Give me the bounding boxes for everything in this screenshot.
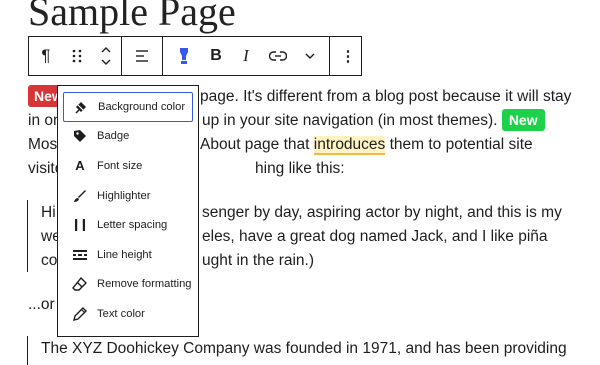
menu-item-label: Badge: [97, 130, 130, 143]
letter-a-icon: A: [75, 158, 85, 174]
menu-item-label: Letter spacing: [97, 219, 168, 232]
brush-icon: [72, 188, 88, 204]
move-up-down-icon[interactable]: [91, 37, 121, 75]
page-title[interactable]: Sample Page: [28, 0, 236, 35]
quote-text: eles, have a great dog named Jack, and I…: [202, 228, 548, 245]
menu-item-label: Remove formatting: [97, 278, 192, 291]
menu-item-highlighter[interactable]: Highlighter: [63, 181, 193, 211]
menu-item-background-color[interactable]: Background color: [63, 92, 193, 122]
menu-item-font-size[interactable]: A Font size: [63, 151, 193, 181]
last-paragraph[interactable]: The XYZ Doohickey Company was founded in…: [41, 337, 567, 361]
bold-button[interactable]: B: [201, 37, 231, 75]
quote-line-3[interactable]: co ught in the rain.): [41, 249, 314, 273]
paragraph-text: page. It's different from a blog post be…: [200, 88, 572, 105]
letter-spacing-icon: [72, 217, 88, 233]
format-dropdown-menu: Background color Badge A Font size Highl…: [57, 85, 199, 337]
link-icon[interactable]: [261, 37, 295, 75]
menu-item-badge[interactable]: Badge: [63, 122, 193, 152]
block-type-group: ¶: [29, 37, 122, 75]
paragraph-text: hing like this:: [255, 160, 345, 177]
formatting-group: B I: [163, 37, 330, 75]
menu-item-letter-spacing[interactable]: Letter spacing: [63, 210, 193, 240]
options-group: ⋮: [330, 37, 366, 75]
alignment-group: [122, 37, 163, 75]
eraser-icon: [72, 276, 88, 292]
menu-item-label: Line height: [97, 248, 152, 261]
highlighter-tool-icon[interactable]: [167, 37, 201, 75]
tag-icon: [72, 128, 88, 144]
quote-border: [27, 200, 28, 272]
italic-button[interactable]: I: [231, 37, 261, 75]
line-height-icon: [72, 247, 88, 263]
menu-item-label: Highlighter: [97, 189, 151, 202]
quote-text: co: [41, 252, 58, 269]
quote-border-2: [27, 336, 28, 365]
align-left-icon[interactable]: [122, 37, 162, 75]
menu-item-remove-formatting[interactable]: Remove formatting: [63, 270, 193, 300]
pencil-icon: [72, 306, 88, 322]
options-icon[interactable]: ⋮: [330, 37, 366, 75]
highlighted-text[interactable]: introduces: [313, 136, 386, 155]
paragraph-text: up in your site navigation (in most them…: [202, 109, 545, 133]
quote-text: senger by day, aspiring actor by night, …: [202, 204, 562, 221]
quote-line-1[interactable]: Hi senger by day, aspiring actor by night…: [41, 201, 562, 225]
paint-bucket-icon: [73, 99, 89, 115]
menu-item-label: Background color: [98, 100, 186, 113]
paragraph-text: About page that introduces them to poten…: [200, 136, 533, 155]
quote-text: Hi: [41, 204, 56, 221]
menu-item-label: Font size: [97, 159, 143, 172]
block-toolbar: ¶ B I ⋮: [28, 36, 362, 76]
menu-item-label: Text color: [97, 307, 145, 320]
new-badge-green: New: [501, 109, 545, 131]
menu-item-line-height[interactable]: Line height: [63, 240, 193, 270]
drag-handle-icon[interactable]: [63, 37, 91, 75]
quote-text: ught in the rain.): [202, 252, 315, 269]
menu-item-text-color[interactable]: Text color: [63, 299, 193, 329]
paragraph-icon[interactable]: ¶: [29, 37, 63, 75]
chevron-down-icon[interactable]: [295, 37, 325, 75]
